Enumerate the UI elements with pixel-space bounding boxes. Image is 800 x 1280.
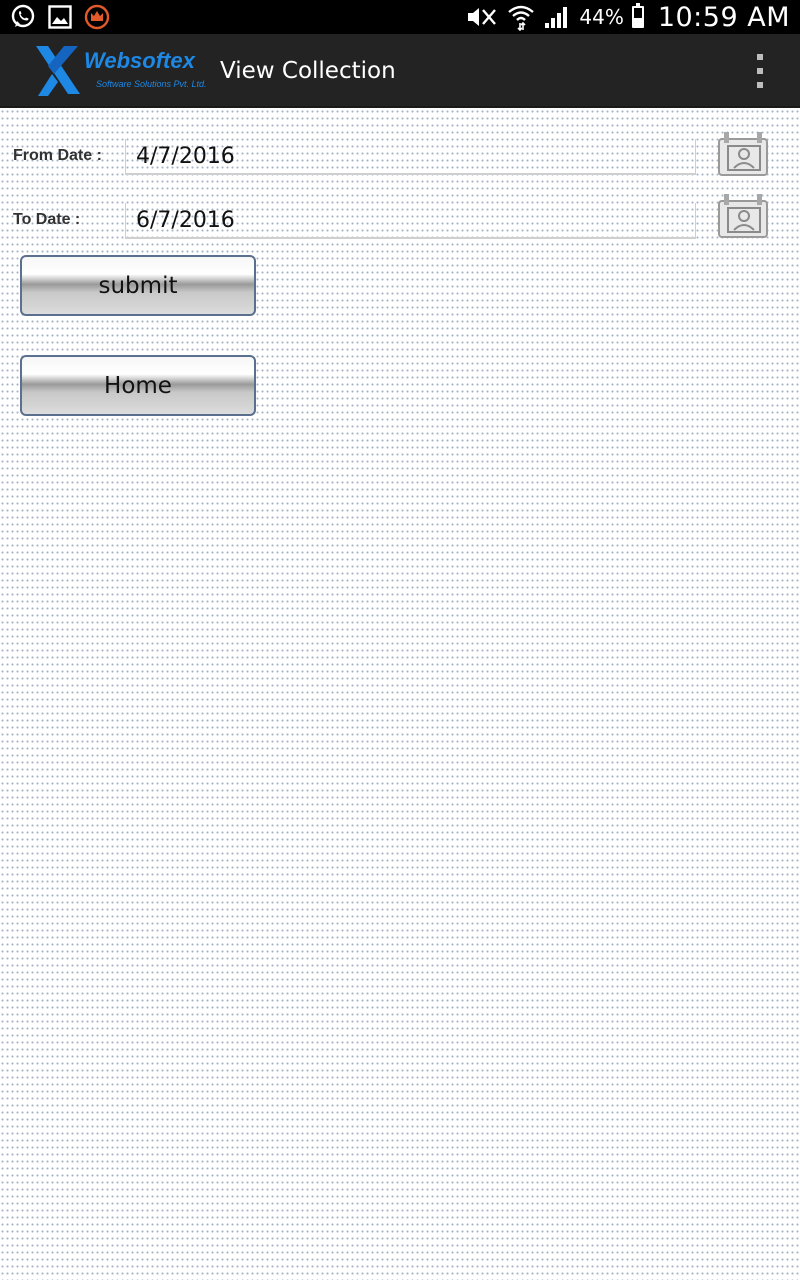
page-title: View Collection [220,58,396,84]
gallery-icon [48,5,72,29]
logo-tagline: Software Solutions Pvt. Ltd. [96,79,207,89]
content-area: From Date : To Date : submit Home [0,108,800,1280]
menu-dot [757,68,763,74]
logo-name: Websoftex [84,48,195,73]
status-bar: 44% 10:59 AM [0,0,800,34]
action-bar: Websoftex Software Solutions Pvt. Ltd. V… [0,34,800,108]
signal-icon [545,7,568,28]
notification-icons [10,4,110,30]
submit-button[interactable]: submit [20,255,256,316]
menu-dot [757,54,763,60]
battery-fill [633,18,642,26]
from-date-calendar-button[interactable] [716,130,772,180]
battery-icon [631,3,644,28]
app-logo[interactable]: Websoftex Software Solutions Pvt. Ltd. [34,42,209,100]
whatsapp-icon [11,4,35,28]
websoftex-logo-icon [36,46,80,96]
from-date-field[interactable] [125,139,696,175]
overflow-menu-icon[interactable] [750,54,770,88]
menu-dot [757,82,763,88]
calendar-icon [718,194,768,238]
to-date-field[interactable] [125,203,696,239]
mute-icon [468,8,497,26]
system-status: 44% 10:59 AM [465,0,790,34]
clock: 10:59 AM [657,1,790,33]
battery-percent: 44% [579,5,624,29]
wifi-icon [508,5,535,31]
home-button[interactable]: Home [20,355,256,416]
crown-app-icon [84,4,110,30]
calendar-icon [718,132,768,176]
from-date-label: From Date : [13,147,102,164]
to-date-calendar-button[interactable] [716,192,772,242]
to-date-label: To Date : [13,211,81,228]
